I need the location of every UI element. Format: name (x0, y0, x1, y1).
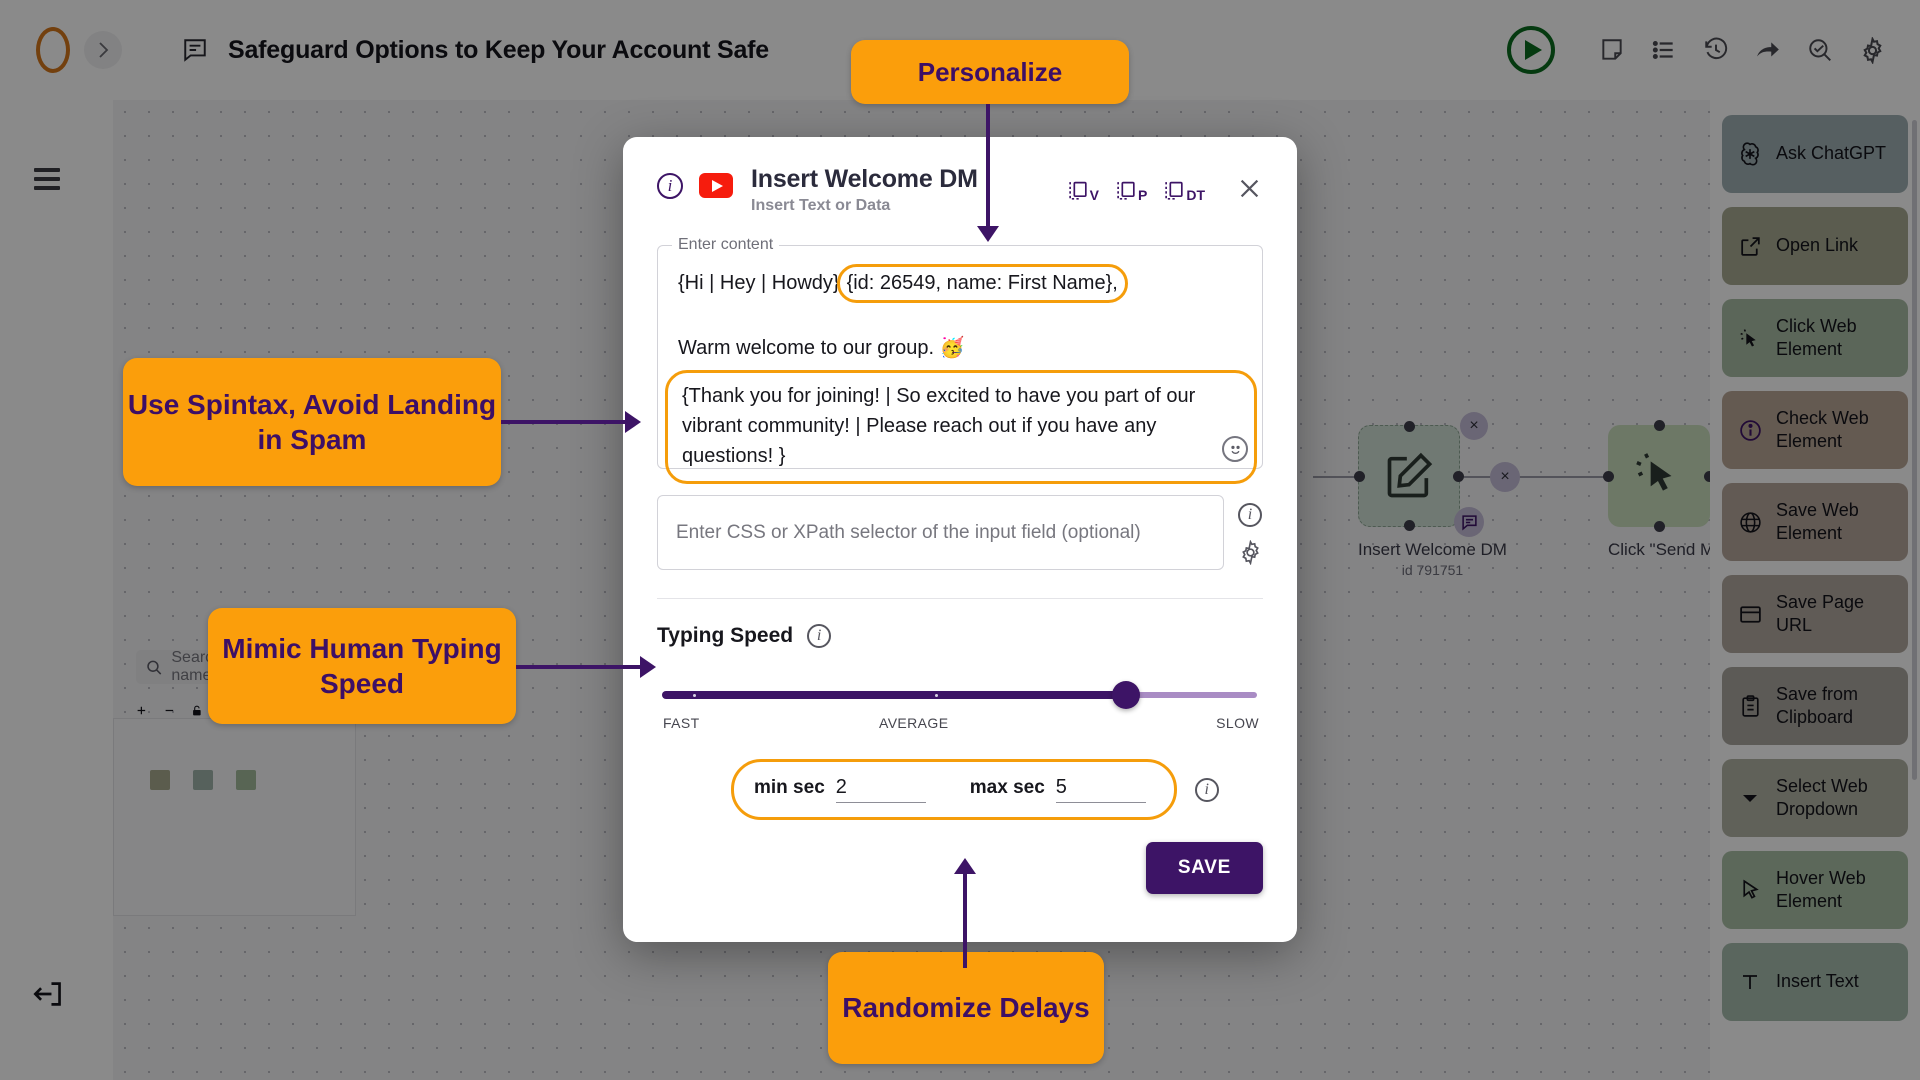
slider-label-slow: SLOW (1216, 715, 1259, 731)
selector-row: Enter CSS or XPath selector of the input… (657, 495, 1263, 570)
insert-welcome-dm-dialog: i Insert Welcome DM Insert Text or Data … (623, 137, 1297, 942)
highlight-spintax-block: {Thank you for joining! | So excited to … (665, 370, 1257, 484)
highlight-randomize-delays: min sec 2 max sec 5 (731, 759, 1177, 820)
content-line-3: {Thank you for joining! | So excited to … (682, 385, 1196, 467)
max-sec-field[interactable]: max sec 5 (970, 776, 1146, 803)
annotation-label: Use Spintax, Avoid Landing in Spam (123, 358, 501, 486)
slider-label-average: AVERAGE (879, 715, 949, 731)
typing-speed-slider[interactable] (657, 681, 1263, 709)
paste-variable-icon[interactable]: V (1068, 180, 1099, 203)
slider-track-filled (662, 691, 1128, 699)
max-sec-label: max sec (969, 777, 1045, 798)
annotation-spintax: Use Spintax, Avoid Landing in Spam (123, 358, 501, 486)
paste-variable-tag: V (1089, 186, 1099, 203)
max-sec-value[interactable]: 5 (1055, 776, 1146, 803)
dialog-title: Insert Welcome DM (751, 165, 978, 193)
close-icon[interactable] (1236, 175, 1263, 207)
typing-speed-label: Typing Speed (657, 624, 794, 647)
slider-scale-labels: FAST AVERAGE SLOW (657, 715, 1263, 735)
paste-datatable-icon[interactable]: DT (1164, 180, 1205, 203)
paste-profile-tag: P (1137, 186, 1148, 203)
content-field[interactable]: Enter content {Hi | Hey | Howdy} {id: 265… (657, 236, 1263, 484)
info-circle-icon[interactable]: i (807, 624, 832, 648)
highlight-personalize-token: {id: 26549, name: First Name}, (836, 264, 1128, 303)
info-circle-icon[interactable]: i (1194, 777, 1219, 802)
content-line-2: Warm welcome to our group. 🥳 (678, 337, 965, 359)
slider-knob[interactable] (1112, 681, 1140, 709)
min-sec-label: min sec (754, 777, 825, 798)
delay-range-row: min sec 2 max sec 5 i (657, 759, 1263, 820)
typing-speed-header: Typing Speed i (657, 624, 1263, 648)
annotation-personalize: Personalize (851, 40, 1129, 104)
slider-label-fast: FAST (663, 715, 700, 731)
section-divider (657, 598, 1263, 599)
annotation-mimic: Mimic Human Typing Speed (208, 608, 516, 724)
slider-tick (693, 694, 696, 697)
annotation-label: Randomize Delays (828, 952, 1104, 1064)
info-circle-icon[interactable]: i (1238, 503, 1262, 527)
annotation-randomize: Randomize Delays (828, 952, 1104, 1064)
annotation-label: Mimic Human Typing Speed (208, 608, 516, 724)
annotation-label: Personalize (851, 40, 1129, 104)
paste-profile-icon[interactable]: P (1116, 180, 1147, 203)
selector-input[interactable]: Enter CSS or XPath selector of the input… (657, 495, 1224, 570)
youtube-icon[interactable] (699, 173, 733, 198)
content-spintax-greeting: {Hi | Hey | Howdy} (678, 272, 840, 294)
dialog-header: i Insert Welcome DM Insert Text or Data … (657, 165, 1263, 215)
gear-icon[interactable] (1238, 539, 1263, 570)
selector-placeholder: Enter CSS or XPath selector of the input… (676, 521, 1141, 543)
emoji-smile-icon[interactable] (1222, 436, 1248, 462)
content-legend: Enter content (672, 236, 780, 254)
dialog-subtitle: Insert Text or Data (751, 197, 891, 214)
slider-track-rest (1123, 692, 1257, 698)
min-sec-value[interactable]: 2 (835, 776, 926, 803)
paste-datatable-tag: DT (1186, 186, 1205, 203)
min-sec-field[interactable]: min sec 2 (754, 776, 926, 803)
slider-tick (935, 694, 938, 697)
save-button[interactable]: SAVE (1145, 842, 1263, 894)
info-circle-icon[interactable]: i (657, 173, 683, 199)
content-line-1: {Hi | Hey | Howdy} {id: 26549, name: Firs… (678, 264, 1242, 303)
